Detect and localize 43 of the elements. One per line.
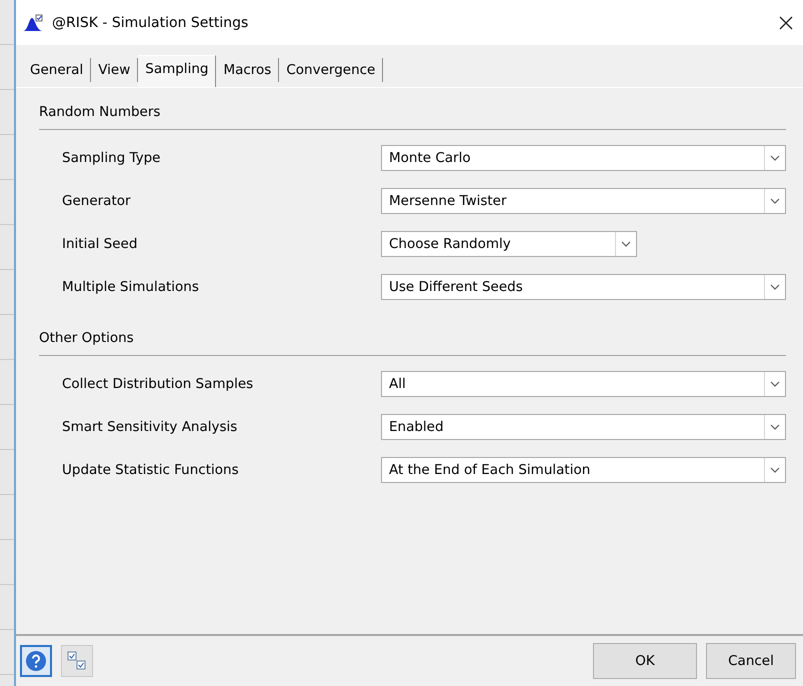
dropdown[interactable]: Enabled [381,414,786,440]
chevron-down-icon [770,198,780,204]
field-label: Generator [62,193,132,209]
dropdown[interactable]: All [381,371,786,397]
combo-value: Use Different Seeds [388,279,524,295]
dropdown[interactable]: At the End of Each Simulation [381,457,786,483]
chevron-down-icon [770,284,780,290]
chevron-down-icon [770,155,780,161]
checkboxes-icon [67,651,87,671]
section-heading: Other Options [39,330,786,356]
tab[interactable]: Macros [216,58,280,82]
help-icon [25,650,47,672]
window-title: @RISK - Simulation Settings [52,14,250,30]
field-label: Multiple Simulations [62,279,200,295]
combo-value: Choose Randomly [388,236,512,252]
field-label: Collect Distribution Samples [62,376,254,392]
section-heading: Random Numbers [39,104,786,130]
combo-value: Mersenne Twister [388,193,508,209]
app-logo-icon [22,14,44,32]
field-label: Sampling Type [62,150,162,166]
dropdown[interactable]: Choose Randomly [381,231,637,257]
dialog-button[interactable]: Cancel [706,643,796,679]
combo-value: All [388,376,407,392]
help-button[interactable] [20,645,52,677]
dialog-button[interactable]: OK [593,643,697,679]
chevron-down-icon [770,467,780,473]
combo-value: Enabled [388,419,445,435]
close-icon[interactable] [779,16,793,30]
chevron-down-icon [770,381,780,387]
combo-value: Monte Carlo [388,150,472,166]
dropdown[interactable]: Monte Carlo [381,145,786,171]
field-label: Initial Seed [62,236,138,252]
check-all-button[interactable] [61,645,93,677]
chevron-down-icon [770,424,780,430]
combo-value: At the End of Each Simulation [388,462,592,478]
dropdown[interactable]: Use Different Seeds [381,274,786,300]
field-label: Smart Sensitivity Analysis [62,419,238,435]
chevron-down-icon [621,241,631,247]
tab[interactable]: General [22,58,92,82]
field-label: Update Statistic Functions [62,462,240,478]
tab[interactable]: Sampling [138,55,216,87]
tab[interactable]: Convergence [279,58,384,82]
dropdown[interactable]: Mersenne Twister [381,188,786,214]
